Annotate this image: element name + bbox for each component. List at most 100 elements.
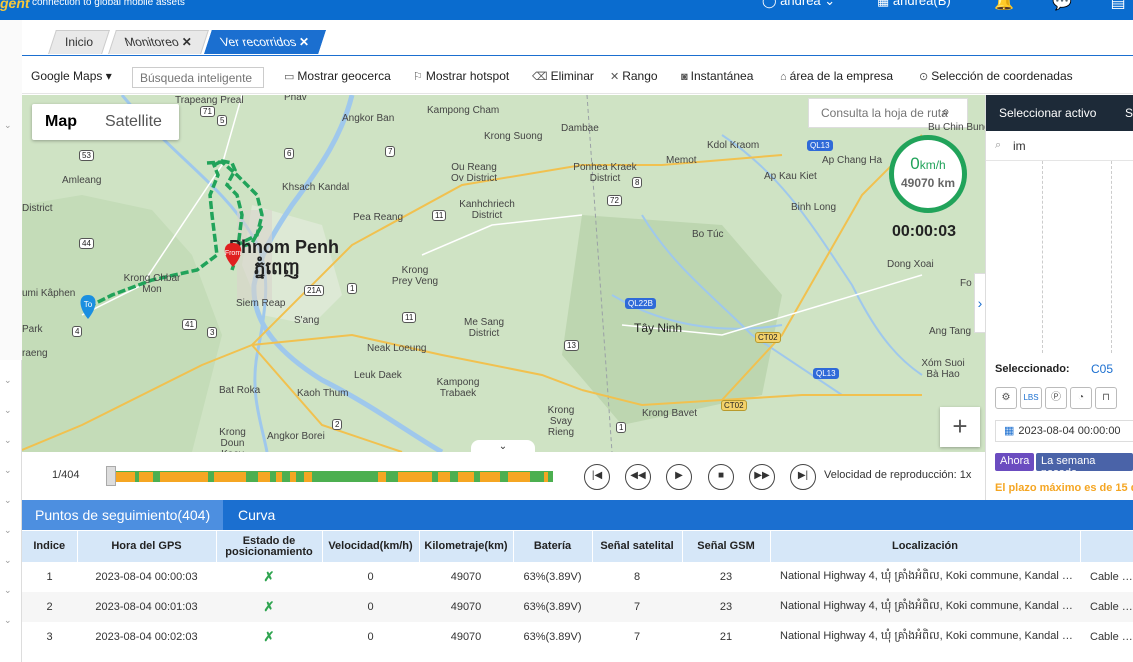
- chevron-icon[interactable]: ⌄: [4, 495, 12, 506]
- tab-other[interactable]: S: [1125, 106, 1133, 120]
- selected-asset[interactable]: C05: [1091, 362, 1113, 376]
- col-header[interactable]: Localización: [770, 531, 1081, 562]
- chevron-icon[interactable]: ⌄: [4, 435, 12, 446]
- collapse-panel-button[interactable]: ⌄: [471, 440, 535, 452]
- map-label: Angkor Ban: [342, 113, 395, 124]
- asset-tree[interactable]: [986, 161, 1133, 353]
- snapshot-button[interactable]: ◙ Instantánea: [681, 69, 753, 83]
- col-header[interactable]: Batería: [513, 531, 593, 562]
- tab-ver-recorridos[interactable]: Ver recorridos ✕: [204, 30, 327, 54]
- asset-search-input[interactable]: im: [1013, 139, 1026, 153]
- map-label: Siem Reap: [236, 298, 286, 309]
- bell-icon[interactable]: 🔔: [992, 0, 1016, 11]
- table-row[interactable]: 2 2023-08-04 00:01:03 ✗ 0 49070 63%(3.89…: [22, 592, 1133, 622]
- speed-icon[interactable]: ◔: [1070, 387, 1092, 409]
- chat-icon[interactable]: 💬: [1050, 0, 1074, 11]
- flag-icon: ⚐: [413, 71, 423, 83]
- tab-monitoreo[interactable]: Monitoreo ✕: [108, 30, 209, 54]
- col-header[interactable]: Velocidad(km/h): [322, 531, 420, 562]
- cell-sat: 7: [592, 592, 682, 622]
- table-row[interactable]: 3 2023-08-04 00:02:03 ✗ 0 49070 63%(3.89…: [22, 622, 1133, 652]
- cell-time: 2023-08-04 00:00:03: [95, 571, 198, 583]
- col-header[interactable]: Indice: [22, 531, 78, 562]
- road-shield: 8: [632, 177, 643, 188]
- map-label: Ang Tang: [929, 326, 972, 337]
- top-bar: gent connection to global mobile assets …: [0, 0, 1133, 20]
- map-type-map[interactable]: Map: [45, 113, 77, 131]
- road-shield: 3: [207, 327, 218, 338]
- start-date-field[interactable]: ▦ 2023-08-04 00:00:00: [995, 420, 1133, 442]
- fast-forward-button[interactable]: ▶▶: [749, 464, 775, 490]
- company-menu[interactable]: ▦ andrea(B): [877, 0, 951, 9]
- tab-curve[interactable]: Curva: [225, 500, 288, 530]
- cell-index: 1: [46, 571, 53, 583]
- col-header[interactable]: Señal GSM: [682, 531, 771, 562]
- chevron-icon[interactable]: ⌄: [4, 465, 12, 476]
- chevron-icon[interactable]: ⌄: [4, 405, 12, 416]
- coordinate-select-button[interactable]: ⊙ Selección de coordenadas: [919, 69, 1073, 83]
- close-icon[interactable]: ✕: [182, 35, 192, 49]
- geofence-button[interactable]: ▭ Mostrar geocerca: [284, 69, 391, 83]
- map-type-satellite[interactable]: Satellite: [105, 113, 162, 131]
- document-icon[interactable]: ▤: [1106, 0, 1130, 11]
- rewind-button[interactable]: ◀◀: [625, 464, 651, 490]
- playback-handle[interactable]: [106, 466, 116, 486]
- playback-track[interactable]: [108, 471, 553, 482]
- search-icon: ⌕: [995, 139, 1002, 151]
- stop-button[interactable]: ■: [708, 464, 734, 490]
- route-map[interactable]: Map Satellite ⌕ Trapeang Preal Phav Angk…: [22, 95, 985, 452]
- chevron-icon[interactable]: ⌄: [4, 585, 12, 596]
- cell-location: National Highway 4, ឃុំ គ្រាំងអំពិល, Kok…: [780, 570, 1080, 582]
- zoom-in-button[interactable]: +: [940, 407, 980, 447]
- map-label: Bo Túc: [692, 229, 724, 240]
- playback-speed[interactable]: Velocidad de reproducción: 1x: [824, 469, 971, 481]
- hotspot-button[interactable]: ⚐ Mostrar hotspot: [413, 69, 509, 83]
- map-provider-select[interactable]: Google Maps ▾: [31, 69, 112, 83]
- cell-index: 2: [22, 592, 77, 622]
- company-area-button[interactable]: ⌂ área de la empresa: [780, 69, 893, 83]
- last-point-button[interactable]: ▶|: [790, 464, 816, 490]
- asset-search[interactable]: ⌕ im: [986, 131, 1133, 161]
- chevron-icon[interactable]: ⌄: [4, 615, 12, 626]
- last-week-button[interactable]: La semana pasada: [1036, 453, 1133, 479]
- play-button[interactable]: ▶: [666, 464, 692, 490]
- user-menu[interactable]: ◯ andrea ⌄: [762, 0, 835, 9]
- gear-icon[interactable]: ⚙: [995, 387, 1017, 409]
- first-point-button[interactable]: |◀: [584, 464, 610, 490]
- col-header[interactable]: Estado de posicionamiento: [216, 531, 323, 562]
- col-header[interactable]: [1080, 531, 1133, 562]
- lbs-icon[interactable]: LBS: [1020, 387, 1042, 409]
- elapsed-time: 00:00:03: [892, 223, 957, 240]
- col-header[interactable]: Hora del GPS: [77, 531, 217, 562]
- parking-icon[interactable]: Ⓟ: [1045, 387, 1067, 409]
- odometer-readout: 49070 km: [900, 176, 956, 190]
- col-header[interactable]: Kilometraje(km): [419, 531, 514, 562]
- map-label: Leuk Daek: [354, 370, 402, 381]
- camera-icon: ◙: [681, 71, 688, 83]
- table-row[interactable]: 1 2023-08-04 00:00:03 ✗ 0 49070 63%(3.89…: [22, 562, 1133, 592]
- chevron-icon[interactable]: ⌄: [4, 525, 12, 536]
- smart-search-input[interactable]: [132, 67, 264, 88]
- tab-select-asset[interactable]: Seleccionar activo: [999, 106, 1096, 120]
- col-header[interactable]: Señal satelital: [592, 531, 683, 562]
- delete-button[interactable]: ⌫ Eliminar: [532, 69, 594, 83]
- search-icon[interactable]: ⌕: [942, 103, 950, 120]
- close-icon[interactable]: ✕: [299, 35, 309, 49]
- map-label: Amleang: [62, 175, 102, 186]
- chevron-icon[interactable]: ⌄: [4, 375, 12, 386]
- map-label: Park: [22, 324, 43, 335]
- tree-guide: [1111, 161, 1112, 353]
- road-shield: CT02: [721, 400, 747, 411]
- lock-icon[interactable]: ⊓: [1095, 387, 1117, 409]
- map-label: Binh Long: [791, 202, 837, 213]
- tab-track-points[interactable]: Puntos de seguimiento(404): [22, 500, 224, 530]
- now-button[interactable]: Ahora: [995, 453, 1035, 471]
- calendar-icon: ▦: [1004, 425, 1015, 437]
- expand-panel-button[interactable]: ›: [974, 273, 986, 333]
- range-button[interactable]: ✕ Rango: [610, 69, 658, 83]
- road-shield: 53: [79, 150, 94, 161]
- chevron-icon[interactable]: ⌄: [4, 555, 12, 566]
- road-shield: 41: [182, 319, 197, 330]
- chevron-icon[interactable]: ⌄: [4, 120, 12, 131]
- tab-inicio[interactable]: Inicio: [48, 30, 110, 54]
